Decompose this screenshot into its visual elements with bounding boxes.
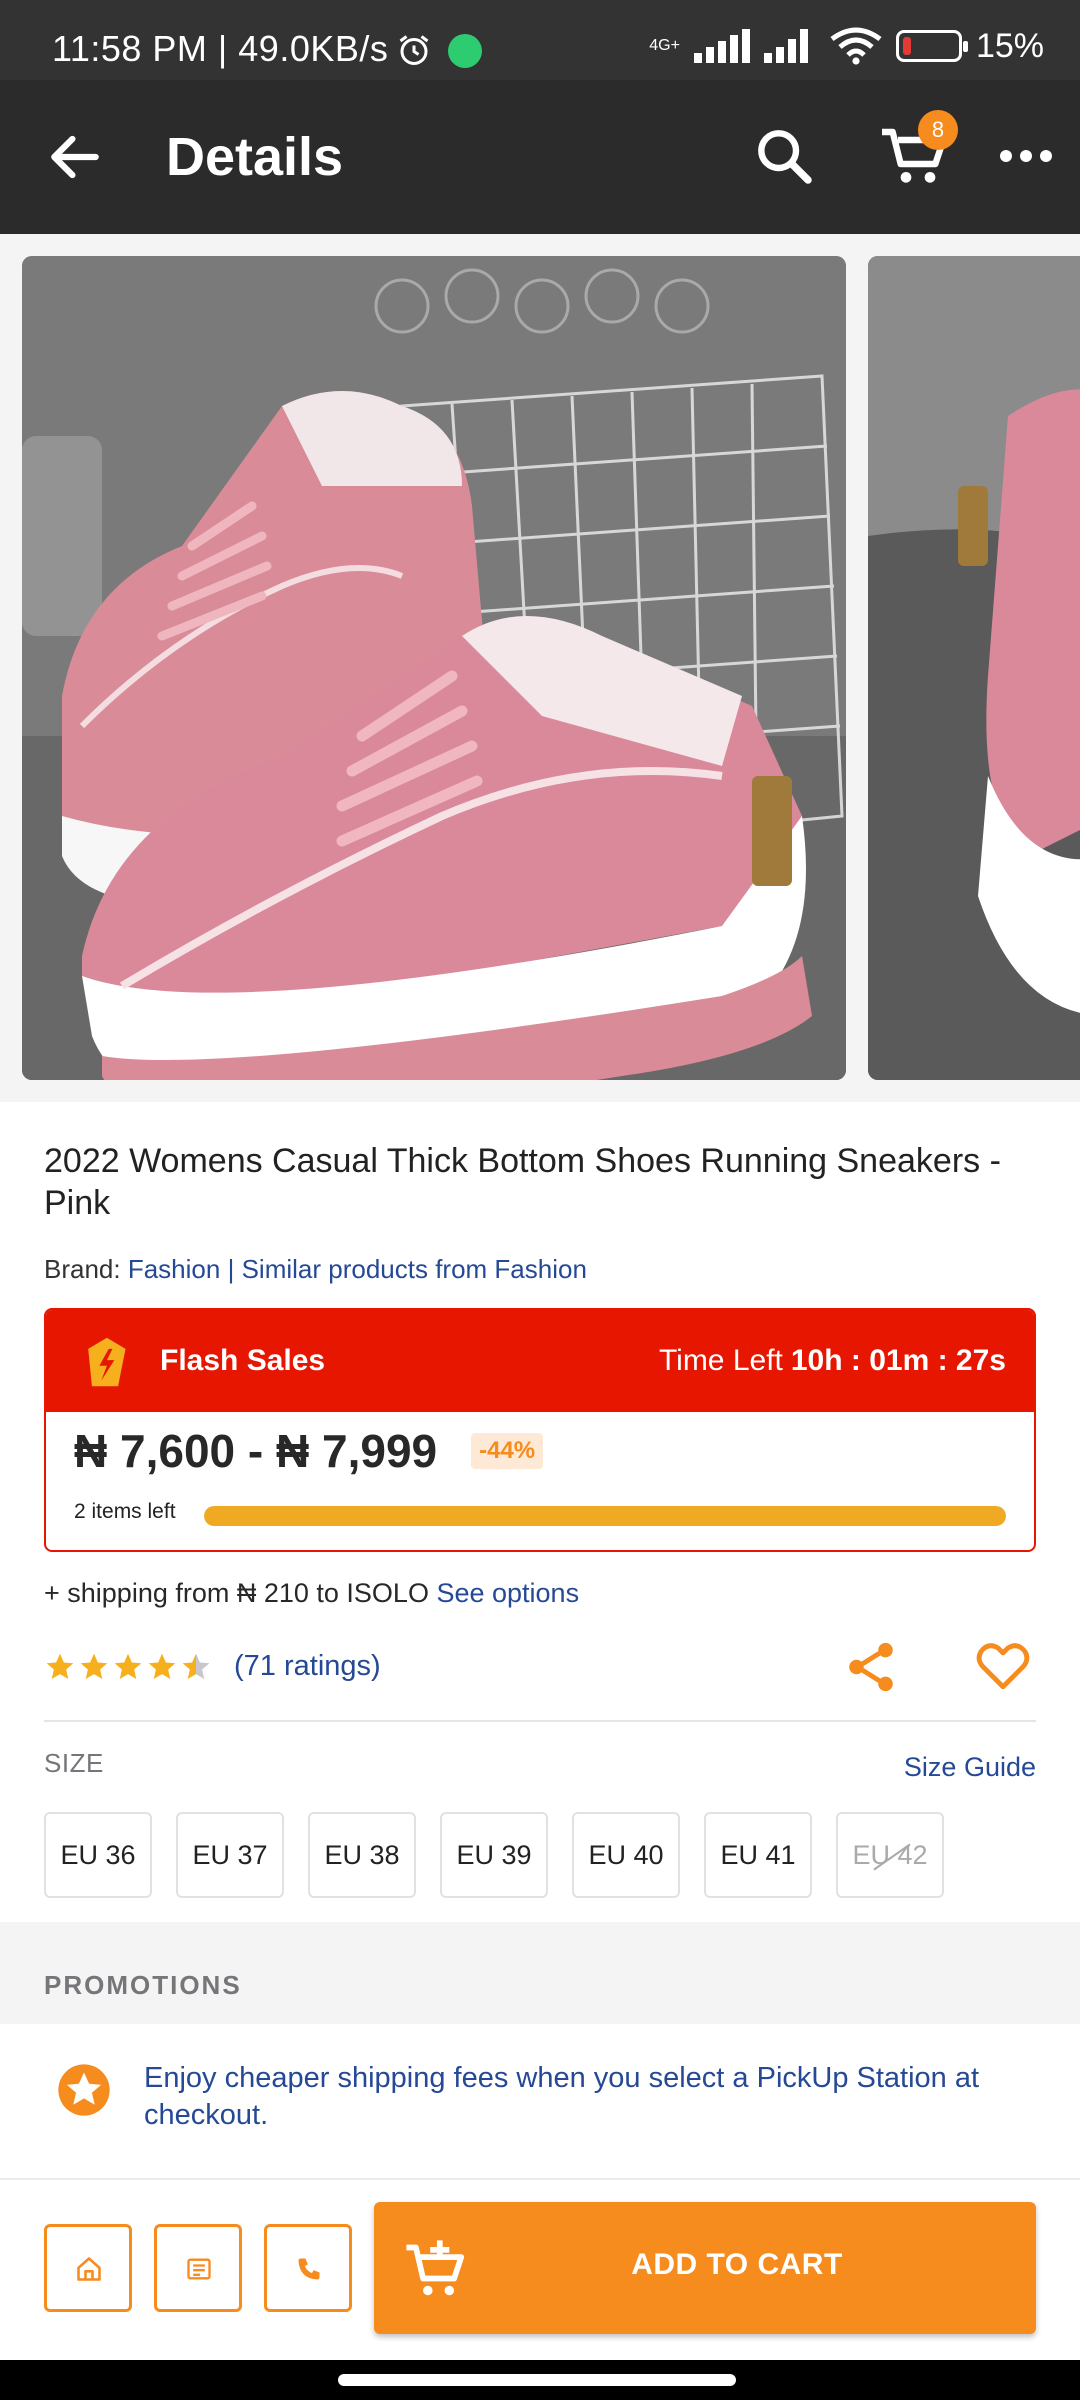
size-option-unavailable: EU 42	[836, 1812, 944, 1898]
divider	[44, 1720, 1036, 1722]
size-option-label: EU 42	[852, 1839, 928, 1870]
battery-icon	[895, 30, 968, 62]
price: ₦ 7,600 - ₦ 7,999	[74, 1425, 438, 1477]
price-row: ₦ 7,600 - ₦ 7,999 -44%	[74, 1424, 544, 1478]
product-title: 2022 Womens Casual Thick Bottom Shoes Ru…	[44, 1142, 1001, 1222]
network-type-label: 4G+	[649, 37, 680, 54]
size-option[interactable]: EU 38	[308, 1812, 416, 1898]
battery-percent: 15%	[975, 26, 1044, 65]
sneaker-illustration	[22, 256, 846, 1080]
stock-progress-bar	[204, 1506, 1006, 1526]
call-button[interactable]	[264, 2224, 352, 2312]
store-button[interactable]	[154, 2224, 242, 2312]
brand-separator: |	[227, 1254, 235, 1284]
discount-badge: -44%	[471, 1433, 544, 1469]
signal-icon-2	[763, 29, 808, 63]
size-option[interactable]: EU 40	[572, 1812, 680, 1898]
brand-row: Brand: Fashion | Similar products from F…	[44, 1254, 587, 1285]
product-image-next[interactable]	[868, 256, 1080, 1080]
wifi-icon	[830, 27, 882, 65]
more-options-icon[interactable]	[996, 136, 1056, 176]
flash-tag-icon	[88, 1337, 126, 1387]
home-icon	[77, 2257, 101, 2281]
home-button[interactable]	[44, 2224, 132, 2312]
status-indicators: 4G+ 15%	[649, 26, 1044, 66]
home-gesture-handle[interactable]	[338, 2374, 736, 2386]
star-icon	[182, 1653, 210, 1679]
similar-products-link[interactable]: Similar products from Fashion	[242, 1254, 587, 1284]
system-nav-bar	[0, 2360, 1080, 2400]
ratings-count[interactable]: (71 ratings)	[234, 1650, 381, 1683]
wishlist-heart-icon[interactable]	[974, 1636, 1032, 1694]
product-details-screen: { "status_bar": { "time": "11:58 PM | 49…	[0, 0, 1080, 2400]
size-option-label: EU 40	[588, 1839, 664, 1870]
size-option-label: EU 41	[720, 1839, 796, 1870]
store-icon	[187, 2258, 211, 2280]
star-rating	[44, 1651, 212, 1683]
flash-sale-box: Flash Sales Time Left 10h : 01m : 27s ₦ 7…	[44, 1308, 1036, 1552]
size-option-label: EU 36	[60, 1839, 136, 1870]
star-badge-icon	[58, 2064, 110, 2116]
status-bar: 11:58 PM | 49.0KB/s 4G+ 15%	[0, 0, 1080, 80]
product-image-main[interactable]	[22, 256, 846, 1080]
shipping-row: + shipping from ₦ 210 to ISOLO See optio…	[44, 1578, 579, 1609]
ratings-row[interactable]: (71 ratings)	[44, 1650, 381, 1683]
signal-icon	[693, 29, 750, 63]
phone-icon	[298, 2258, 320, 2280]
size-option[interactable]: EU 41	[704, 1812, 812, 1898]
product-image-gallery[interactable]	[0, 234, 1080, 1102]
size-guide-link[interactable]: Size Guide	[904, 1752, 1036, 1783]
time-left: Time Left 10h : 01m : 27s	[659, 1344, 1006, 1378]
promotion-item[interactable]: Enjoy cheaper shipping fees when you sel…	[0, 2024, 1080, 2180]
promotions-header: PROMOTIONS	[0, 1922, 1080, 2024]
size-option[interactable]: EU 39	[440, 1812, 548, 1898]
brand-link[interactable]: Fashion	[128, 1254, 221, 1284]
brand-prefix: Brand:	[44, 1254, 121, 1284]
app-notification-icon	[448, 34, 482, 68]
star-icon	[114, 1653, 142, 1679]
bottom-action-bar: ADD TO CART	[0, 2180, 1080, 2360]
page-title: Details	[166, 127, 344, 187]
battery-fill	[902, 37, 912, 55]
add-to-cart-button[interactable]: ADD TO CART	[374, 2202, 1036, 2334]
size-options: EU 36 EU 37 EU 38 EU 39 EU 40 EU 41 EU 4…	[44, 1812, 944, 1898]
star-icon	[46, 1653, 74, 1679]
star-icon	[80, 1653, 108, 1679]
promotion-text: Enjoy cheaper shipping fees when you sel…	[144, 2062, 980, 2131]
star-icon	[148, 1653, 176, 1679]
items-left-label: 2 items left	[74, 1500, 176, 1523]
flash-sale-header: Flash Sales Time Left 10h : 01m : 27s	[46, 1310, 1034, 1412]
promotions-title: PROMOTIONS	[44, 1970, 242, 2000]
stock-progress-fill	[204, 1506, 1006, 1526]
flash-sale-label: Flash Sales	[160, 1344, 326, 1377]
size-option-label: EU 39	[456, 1839, 532, 1870]
size-option[interactable]: EU 37	[176, 1812, 284, 1898]
size-option-label: EU 37	[192, 1839, 268, 1870]
size-option[interactable]: EU 36	[44, 1812, 152, 1898]
status-time: 11:58 PM | 49.0KB/s	[52, 28, 389, 69]
share-icon[interactable]	[842, 1638, 900, 1696]
time-left-value: 10h : 01m : 27s	[790, 1344, 1006, 1377]
sneaker-illustration-2	[868, 256, 1080, 1080]
cart-count-badge: 8	[918, 110, 958, 150]
size-option-label: EU 38	[324, 1839, 400, 1870]
size-label: SIZE	[44, 1748, 104, 1778]
alarm-icon	[399, 35, 429, 65]
time-left-label: Time Left	[658, 1344, 783, 1377]
app-bar: Details 8	[0, 80, 1080, 234]
add-to-cart-label: ADD TO CART	[631, 2248, 843, 2281]
shipping-text: + shipping from ₦ 210 to ISOLO	[44, 1578, 429, 1608]
back-arrow-icon[interactable]	[44, 126, 106, 188]
search-icon[interactable]	[752, 124, 816, 188]
see-options-link[interactable]: See options	[436, 1578, 579, 1608]
